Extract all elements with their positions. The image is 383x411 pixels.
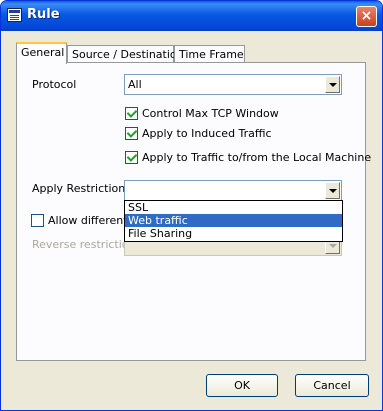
option-ssl[interactable]: SSL (125, 201, 342, 214)
apply-restriction-label: Apply Restriction: (32, 182, 129, 195)
apply-induced-checkbox[interactable] (125, 127, 138, 140)
title-bar[interactable]: Rule × (1, 1, 382, 31)
option-web-traffic[interactable]: Web traffic (125, 214, 342, 227)
control-max-tcp-checkbox[interactable] (125, 107, 138, 120)
apply-local-checkbox[interactable] (125, 151, 138, 164)
tab-general[interactable]: General (16, 42, 67, 64)
apply-restriction-select[interactable] (124, 180, 342, 201)
chevron-down-icon[interactable] (325, 76, 340, 93)
rule-dialog: Rule × General Source / Destination Time… (0, 0, 383, 411)
allow-different-checkbox[interactable] (31, 214, 44, 227)
chevron-down-icon[interactable] (325, 182, 340, 199)
window-title: Rule (27, 7, 60, 22)
apply-restriction-dropdown: SSL Web traffic File Sharing (124, 200, 343, 242)
ok-button[interactable]: OK (206, 374, 278, 397)
apply-induced-label: Apply to Induced Traffic (142, 127, 272, 140)
app-icon (7, 8, 22, 22)
tab-source-destination[interactable]: Source / Destination (67, 45, 184, 63)
tab-time-frame[interactable]: Time Frame (174, 45, 245, 63)
cancel-button[interactable]: Cancel (295, 374, 369, 397)
control-max-tcp-label: Control Max TCP Window (142, 107, 279, 120)
protocol-select[interactable]: All (124, 74, 342, 95)
option-file-sharing[interactable]: File Sharing (125, 227, 342, 240)
protocol-label: Protocol (32, 78, 77, 91)
protocol-value: All (128, 78, 142, 91)
close-button[interactable]: × (356, 6, 377, 27)
apply-local-label: Apply to Traffic to/from the Local Machi… (142, 151, 372, 164)
